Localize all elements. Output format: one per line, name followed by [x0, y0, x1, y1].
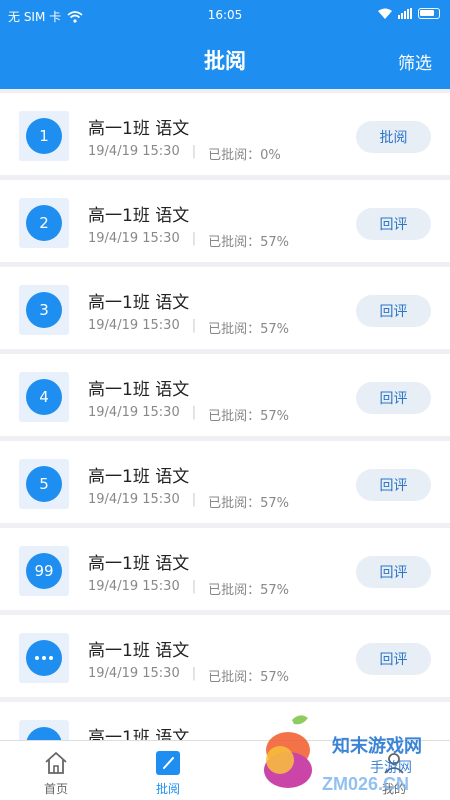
wifi-icon: [378, 8, 392, 19]
progress-label: 已批阅：57%: [208, 496, 290, 511]
class-name: 高一1班 语文: [88, 380, 190, 400]
date-label: 19/4/19 15:30: [88, 144, 180, 159]
number-badge: 99: [26, 553, 62, 589]
signal-icon: [398, 8, 412, 19]
number-badge: 5: [26, 466, 62, 502]
list-item[interactable]: 99 高一1班 语文 19/4/19 15:30 | 已批阅：57% 回评: [0, 528, 450, 610]
list-item[interactable]: 高一1班 语文 19/4/19 15:30 | 已批阅：57% 回评: [0, 615, 450, 697]
divider: |: [191, 318, 197, 333]
date-label: 19/4/19 15:30: [88, 318, 180, 333]
divider: |: [191, 144, 197, 159]
tab-bar: 首页 批阅 我的: [0, 740, 450, 800]
re-review-button[interactable]: 回评: [356, 556, 431, 588]
divider: |: [191, 579, 197, 594]
progress-label: 已批阅：57%: [208, 235, 290, 250]
pencil-icon: [156, 751, 180, 775]
divider: |: [191, 231, 197, 246]
filter-button[interactable]: 筛选: [398, 49, 432, 74]
number-badge: 3: [26, 292, 62, 328]
tab-review[interactable]: 批阅: [128, 749, 208, 797]
date-label: 19/4/19 15:30: [88, 666, 180, 681]
tab-review-label: 批阅: [155, 782, 180, 796]
class-name: 高一1班 语文: [88, 641, 190, 661]
divider: |: [191, 405, 197, 420]
date-label: 19/4/19 15:30: [88, 231, 180, 246]
progress-label: 已批阅：0%: [208, 148, 281, 163]
home-icon: [45, 752, 67, 774]
battery-icon: [418, 8, 440, 19]
list-item[interactable]: 2 高一1班 语文 19/4/19 15:30 | 已批阅：57% 回评: [0, 180, 450, 262]
class-name: 高一1班 语文: [88, 206, 190, 226]
date-label: 19/4/19 15:30: [88, 405, 180, 420]
list-item[interactable]: 5 高一1班 语文 19/4/19 15:30 | 已批阅：57% 回评: [0, 441, 450, 523]
number-badge: 2: [26, 205, 62, 241]
re-review-button[interactable]: 回评: [356, 643, 431, 675]
number-badge: 4: [26, 379, 62, 415]
re-review-button[interactable]: 回评: [356, 382, 431, 414]
class-name: 高一1班 语文: [88, 293, 190, 313]
tab-home-label: 首页: [43, 782, 68, 796]
more-icon: [26, 640, 62, 676]
tab-profile[interactable]: 我的: [354, 749, 434, 797]
date-label: 19/4/19 15:30: [88, 492, 180, 507]
re-review-button[interactable]: 回评: [356, 295, 431, 327]
review-button[interactable]: 批阅: [356, 121, 431, 153]
list-item[interactable]: 1 高一1班 语文 19/4/19 15:30 | 已批阅：0% 批阅: [0, 93, 450, 175]
list-item[interactable]: 4 高一1班 语文 19/4/19 15:30 | 已批阅：57% 回评: [0, 354, 450, 436]
re-review-button[interactable]: 回评: [356, 208, 431, 240]
progress-label: 已批阅：57%: [208, 409, 290, 424]
user-icon: [384, 753, 404, 774]
tab-profile-label: 我的: [381, 782, 406, 796]
date-label: 19/4/19 15:30: [88, 579, 180, 594]
class-name: 高一1班 语文: [88, 554, 190, 574]
tab-home[interactable]: 首页: [16, 749, 96, 797]
progress-label: 已批阅：57%: [208, 670, 290, 685]
number-badge: 1: [26, 118, 62, 154]
list-item[interactable]: 3 高一1班 语文 19/4/19 15:30 | 已批阅：57% 回评: [0, 267, 450, 349]
page-title: 批阅: [204, 49, 246, 73]
class-name: 高一1班 语文: [88, 467, 190, 487]
re-review-button[interactable]: 回评: [356, 469, 431, 501]
class-name: 高一1班 语文: [88, 119, 190, 139]
progress-label: 已批阅：57%: [208, 322, 290, 337]
divider: |: [191, 492, 197, 507]
divider: |: [191, 666, 197, 681]
top-bar: 无 SIM 卡 16:05 批阅 筛选: [0, 0, 450, 89]
status-bar: 无 SIM 卡 16:05: [0, 0, 450, 30]
progress-label: 已批阅：57%: [208, 583, 290, 598]
